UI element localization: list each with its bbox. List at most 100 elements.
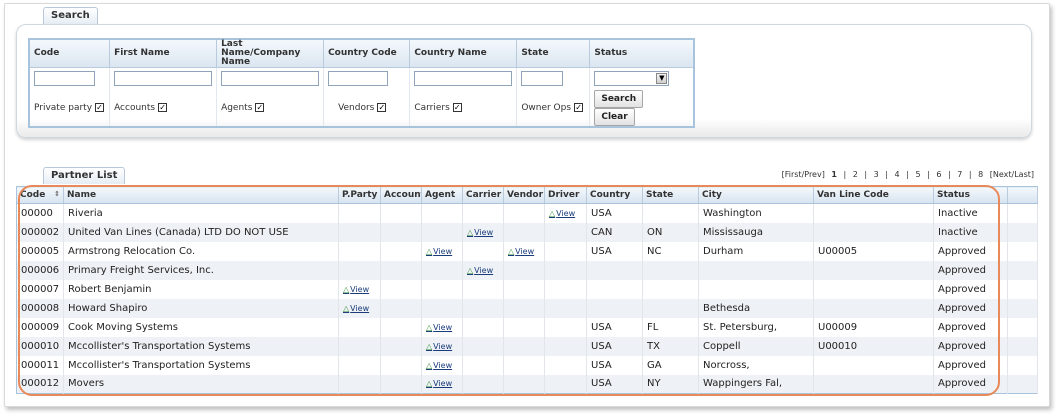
cell-spacer: [1007, 222, 1038, 242]
cell-country: USA: [586, 355, 643, 375]
cell-code-text: 000009: [21, 321, 60, 333]
view-label: View: [433, 360, 453, 370]
view-agent-link[interactable]: △View: [426, 379, 452, 388]
status-select[interactable]: ▼: [594, 71, 670, 87]
pager-page-3[interactable]: 3: [874, 170, 879, 179]
view-agent-link[interactable]: △View: [426, 323, 452, 332]
cell-agent: [421, 279, 463, 299]
last-name-input[interactable]: [221, 71, 320, 87]
cell-country-text: USA: [591, 340, 612, 352]
column-header-van-line-code[interactable]: Van Line Code: [813, 186, 934, 204]
cell-name-text: Robert Benjamin: [68, 283, 152, 295]
cell-vendor: [503, 317, 545, 337]
column-header-state[interactable]: State: [642, 186, 699, 204]
view-agent-link[interactable]: △View: [426, 342, 452, 351]
column-header-status[interactable]: Status: [933, 186, 1008, 204]
view-agent-link[interactable]: △View: [426, 361, 452, 370]
clear-button[interactable]: Clear: [594, 107, 635, 126]
tab-partner-list[interactable]: Partner List: [43, 167, 126, 184]
cell-name-text: Riveria: [68, 207, 103, 219]
table-row[interactable]: 000002 United Van Lines (Canada) LTD DO N…: [16, 222, 1038, 242]
owner-ops-checkbox[interactable]: ✓: [574, 102, 584, 112]
cell-vendor: [503, 222, 545, 242]
partner-grid-container: Code ⇕ Name P.Party Account Agent Carrier…: [16, 186, 1038, 395]
country-name-input[interactable]: [414, 71, 513, 87]
table-row[interactable]: 000007 Robert Benjamin △View Approved: [16, 279, 1038, 299]
table-row[interactable]: 000012 Movers △View USA NY Wappingers Fal, App…: [16, 374, 1038, 394]
cell-name-text: Howard Shapiro: [68, 302, 148, 314]
cell-driver: [544, 241, 587, 261]
cell-city-text: Bethesda: [703, 302, 751, 314]
cell-country-text: CAN: [591, 226, 613, 238]
triangle-outline-icon: △: [467, 227, 474, 237]
view-vendor-link[interactable]: △View: [508, 247, 534, 256]
pager-page-6[interactable]: 6: [936, 170, 941, 179]
view-agent-link[interactable]: △View: [426, 247, 452, 256]
country-code-input[interactable]: [328, 71, 389, 87]
column-header-account[interactable]: Account: [380, 186, 422, 204]
state-input[interactable]: [521, 71, 564, 87]
partner-grid-body: 00000 Riveria △View USA Washington Inactive 00…: [16, 203, 1038, 394]
first-name-input[interactable]: [114, 71, 213, 87]
cell-status-text: Approved: [938, 359, 986, 371]
table-row[interactable]: 000008 Howard Shapiro △View Bethesda Approve…: [16, 298, 1038, 318]
agents-checkbox[interactable]: ✓: [255, 102, 265, 112]
view-pparty-link[interactable]: △View: [343, 304, 369, 313]
column-header-pparty[interactable]: P.Party: [338, 186, 381, 204]
column-header-city[interactable]: City: [698, 186, 814, 204]
column-header-code[interactable]: Code ⇕: [16, 186, 64, 204]
pager-next-last[interactable]: [Next/Last]: [990, 170, 1034, 179]
cell-name: Robert Benjamin: [63, 279, 339, 299]
search-button[interactable]: Search: [594, 89, 644, 108]
cell-agent: [421, 260, 463, 280]
pager-page-2[interactable]: 2: [853, 170, 858, 179]
column-header-agent[interactable]: Agent: [421, 186, 463, 204]
table-row[interactable]: 000010 Mccollister's Transportation Syste…: [16, 336, 1038, 356]
chevron-down-icon[interactable]: ▼: [656, 73, 668, 85]
column-header-driver[interactable]: Driver: [544, 186, 587, 204]
cell-name: Movers: [63, 374, 339, 394]
cell-status: Approved: [933, 298, 1008, 318]
pager-page-4[interactable]: 4: [895, 170, 900, 179]
pager-page-7[interactable]: 7: [957, 170, 962, 179]
cell-country-text: USA: [591, 321, 612, 333]
vendors-checkbox[interactable]: ✓: [377, 102, 387, 112]
pager-first-prev[interactable]: [First/Prev]: [782, 170, 825, 179]
tab-search[interactable]: Search: [43, 7, 98, 24]
column-header-carrier[interactable]: Carrier: [462, 186, 504, 204]
cell-carrier: [462, 298, 504, 318]
view-carrier-link[interactable]: △View: [467, 228, 493, 237]
table-row[interactable]: 000005 Armstrong Relocation Co. △View △View…: [16, 241, 1038, 261]
accounts-checkbox[interactable]: ✓: [158, 102, 168, 112]
pager-page-8[interactable]: 8: [978, 170, 983, 179]
table-row[interactable]: 000009 Cook Moving Systems △View USA FL St. P…: [16, 317, 1038, 337]
table-row[interactable]: 00000 Riveria △View USA Washington Inactive: [16, 203, 1038, 223]
pager-page-5[interactable]: 5: [915, 170, 920, 179]
cell-country: USA: [586, 241, 643, 261]
sort-arrows-icon[interactable]: ⇕: [54, 190, 60, 198]
cell-spacer: [1007, 355, 1038, 375]
carriers-checkbox[interactable]: ✓: [452, 102, 462, 112]
cell-driver: [544, 298, 587, 318]
view-pparty-link[interactable]: △View: [343, 285, 369, 294]
column-header-name[interactable]: Name: [63, 186, 339, 204]
private-party-checkbox[interactable]: ✓: [95, 102, 105, 112]
cell-city: Durham: [698, 241, 814, 261]
cell-agent: △View: [421, 317, 463, 337]
column-header-country[interactable]: Country: [586, 186, 643, 204]
column-header-vendor[interactable]: Vendor: [503, 186, 545, 204]
view-carrier-link[interactable]: △View: [467, 266, 493, 275]
cell-spacer: [1007, 260, 1038, 280]
cell-name-text: Mccollister's Transportation Systems: [68, 340, 251, 352]
view-driver-link[interactable]: △View: [549, 209, 575, 218]
cell-vendor: [503, 355, 545, 375]
code-input[interactable]: [34, 71, 95, 87]
cell-name: Primary Freight Services, Inc.: [63, 260, 339, 280]
cell-driver: △View: [544, 203, 587, 223]
cell-code: 00000: [16, 203, 64, 223]
cell-country: [586, 279, 643, 299]
filter-agents: Agents ✓: [216, 89, 325, 127]
table-row[interactable]: 000006 Primary Freight Services, Inc. △Vie…: [16, 260, 1038, 280]
cell-status-text: Approved: [938, 302, 986, 314]
table-row[interactable]: 000011 Mccollister's Transportation Syste…: [16, 355, 1038, 375]
